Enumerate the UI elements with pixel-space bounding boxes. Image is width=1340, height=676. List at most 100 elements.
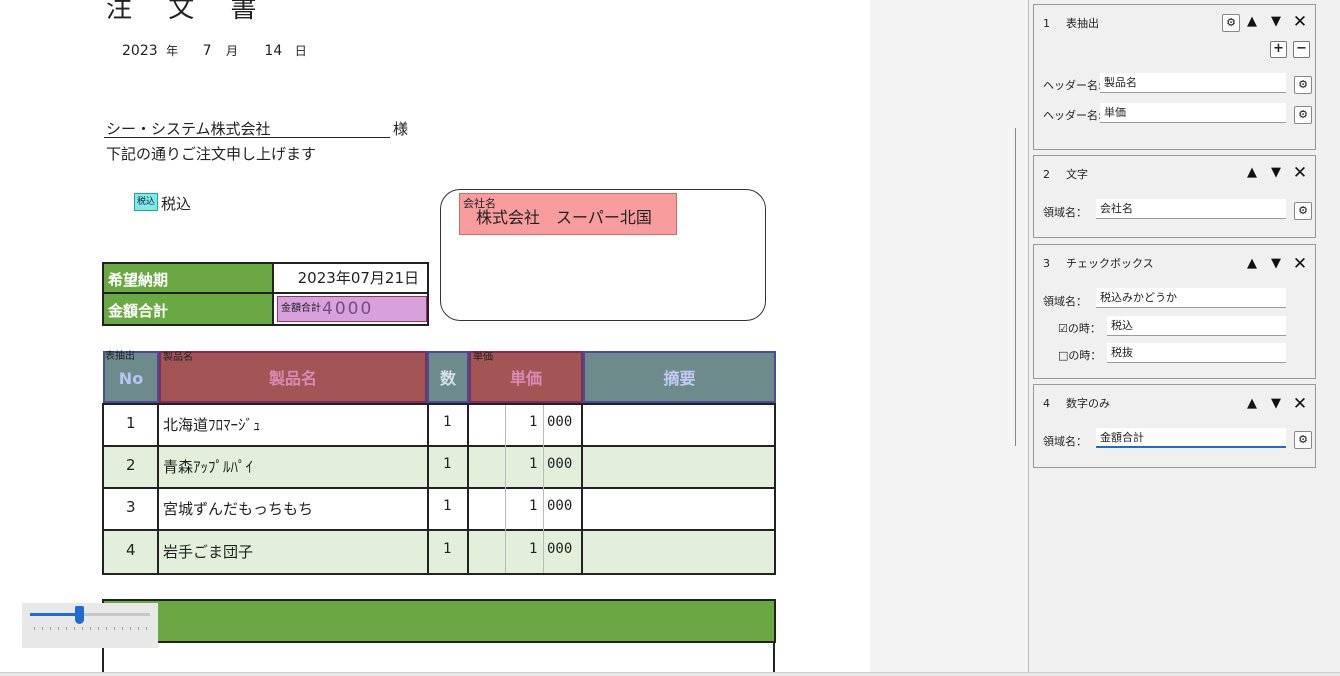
- card-number: 4: [1043, 397, 1050, 410]
- row-no: 2: [126, 456, 136, 474]
- row-name: 岩手ごま団子: [163, 543, 254, 561]
- unchecked-value-input[interactable]: 税抜: [1107, 343, 1286, 363]
- field-label: 領域名：: [1043, 206, 1087, 219]
- total-value: 4000: [322, 299, 374, 319]
- row-price-a: 1: [529, 498, 538, 514]
- row-price-a: 1: [529, 456, 538, 472]
- checked-value-input[interactable]: 税込: [1107, 316, 1286, 336]
- row-no: 4: [126, 541, 136, 559]
- total-region-tag: 金額合計: [281, 303, 321, 314]
- price-divider: [543, 405, 544, 573]
- close-icon[interactable]: ✕: [1292, 396, 1308, 413]
- field-label: ヘッダー名:: [1043, 79, 1102, 92]
- gear-icon[interactable]: ⚙: [1222, 14, 1240, 32]
- slider-tick: [98, 627, 99, 630]
- region-name-input[interactable]: 金額合計: [1096, 428, 1286, 448]
- row-qty: 1: [443, 414, 452, 430]
- grid-line: [581, 403, 583, 575]
- move-down-icon[interactable]: ▼: [1268, 256, 1284, 272]
- slider-tick: [114, 627, 115, 630]
- slider-tick: [66, 627, 67, 630]
- header-name-input[interactable]: 単価: [1100, 103, 1286, 123]
- row-qty: 1: [443, 541, 452, 557]
- row-price-b: 000: [547, 498, 573, 514]
- slider-tick: [50, 627, 51, 630]
- move-down-icon[interactable]: ▼: [1268, 165, 1284, 181]
- grid-line: [467, 403, 469, 575]
- price-tag: 単価: [473, 352, 493, 363]
- document-preview: 注 文 書 2023 年 7 月 14 日 シー・システム株式会社 様 下記の通…: [0, 0, 870, 675]
- move-down-icon[interactable]: ▼: [1268, 14, 1284, 30]
- field-label: ☑の時：: [1058, 322, 1101, 335]
- company-value: 株式会社 スーパー北国: [476, 208, 652, 227]
- field-label: ヘッダー名:: [1043, 109, 1102, 122]
- close-icon[interactable]: ✕: [1292, 14, 1308, 31]
- slider-tick: [82, 627, 83, 630]
- honorific: 様: [393, 120, 409, 138]
- grid-line: [102, 487, 776, 489]
- slider-tick: [122, 627, 123, 630]
- row-name: 北海道ﾌﾛﾏｰｼﾞｭ: [163, 416, 261, 434]
- gear-icon[interactable]: ⚙: [1294, 431, 1312, 449]
- header-product-name: 製品名: [159, 351, 427, 403]
- document-title: 注 文 書: [106, 0, 271, 24]
- row-no: 1: [126, 414, 136, 432]
- grid-line: [774, 403, 776, 575]
- row-name: 宮城ずんだもっちもち: [163, 500, 314, 518]
- minus-icon[interactable]: −: [1293, 41, 1310, 58]
- move-down-icon[interactable]: ▼: [1268, 396, 1284, 412]
- total-label: 金額合計: [102, 292, 274, 326]
- card-title: 表抽出: [1066, 17, 1099, 30]
- close-icon[interactable]: ✕: [1292, 256, 1308, 273]
- gear-icon[interactable]: ⚙: [1294, 76, 1312, 94]
- region-name-input[interactable]: 税込みかどうか: [1096, 288, 1286, 308]
- zoom-slider[interactable]: [22, 603, 158, 648]
- field-label: 領域名：: [1043, 295, 1087, 308]
- total-region[interactable]: 金額合計 4000: [277, 296, 427, 322]
- region-name-input[interactable]: 会社名: [1096, 199, 1286, 219]
- slider-tick: [34, 627, 35, 630]
- close-icon[interactable]: ✕: [1292, 165, 1308, 182]
- slider-tick: [106, 627, 107, 630]
- card-table-extract: 1 表抽出 ⚙ ▲ ▼ ✕ + − ヘッダー名: 製品名 ⚙ ヘッダー名: 単価 …: [1033, 4, 1316, 150]
- slider-tick: [138, 627, 139, 630]
- card-number-only: 4 数字のみ ▲ ▼ ✕ 領域名： 金額合計 ⚙: [1033, 384, 1316, 468]
- gear-icon[interactable]: ⚙: [1294, 202, 1312, 220]
- card-title: チェックボックス: [1066, 257, 1154, 270]
- order-message: 下記の通りご注文申し上げます: [106, 145, 317, 163]
- grid-line: [102, 403, 776, 405]
- delivery-label: 希望納期: [102, 262, 274, 294]
- move-up-icon[interactable]: ▲: [1244, 256, 1260, 272]
- company-region[interactable]: 会社名 株式会社 スーパー北国: [459, 193, 677, 235]
- order-date: 2023 年 7 月 14 日: [122, 43, 307, 59]
- header-name-input[interactable]: 製品名: [1100, 73, 1286, 93]
- card-title: 文字: [1066, 168, 1088, 181]
- header-remarks: 摘要: [583, 351, 776, 403]
- status-bar: [0, 672, 1340, 676]
- grid-line: [102, 445, 776, 447]
- gear-icon[interactable]: ⚙: [1294, 106, 1312, 124]
- card-number: 1: [1043, 17, 1050, 30]
- table-extract-tag: 表抽出: [105, 351, 135, 362]
- row-qty: 1: [443, 498, 452, 514]
- delivery-value: 2023年07月21日: [272, 262, 429, 294]
- splitter-line[interactable]: [1015, 128, 1016, 446]
- move-up-icon[interactable]: ▲: [1244, 14, 1260, 30]
- header-qty: 数: [427, 351, 469, 403]
- row-price-a: 1: [529, 414, 538, 430]
- slider-tick: [74, 627, 75, 630]
- row-price-b: 000: [547, 541, 573, 557]
- tax-checkbox-region[interactable]: 税込: [134, 193, 158, 211]
- card-title: 数字のみ: [1066, 397, 1110, 410]
- move-up-icon[interactable]: ▲: [1244, 396, 1260, 412]
- grid-line: [102, 529, 776, 531]
- slider-tick: [90, 627, 91, 630]
- plus-icon[interactable]: +: [1270, 41, 1287, 58]
- grid-line: [102, 573, 776, 575]
- customer-underline: [104, 137, 390, 138]
- slider-thumb[interactable]: [75, 606, 84, 624]
- card-checkbox: 3 チェックボックス ▲ ▼ ✕ 領域名： 税込みかどうか ☑の時： 税込 □の時…: [1033, 244, 1316, 379]
- gutter-area: [870, 0, 1028, 675]
- card-text: 2 文字 ▲ ▼ ✕ 領域名： 会社名 ⚙: [1033, 155, 1316, 238]
- move-up-icon[interactable]: ▲: [1244, 165, 1260, 181]
